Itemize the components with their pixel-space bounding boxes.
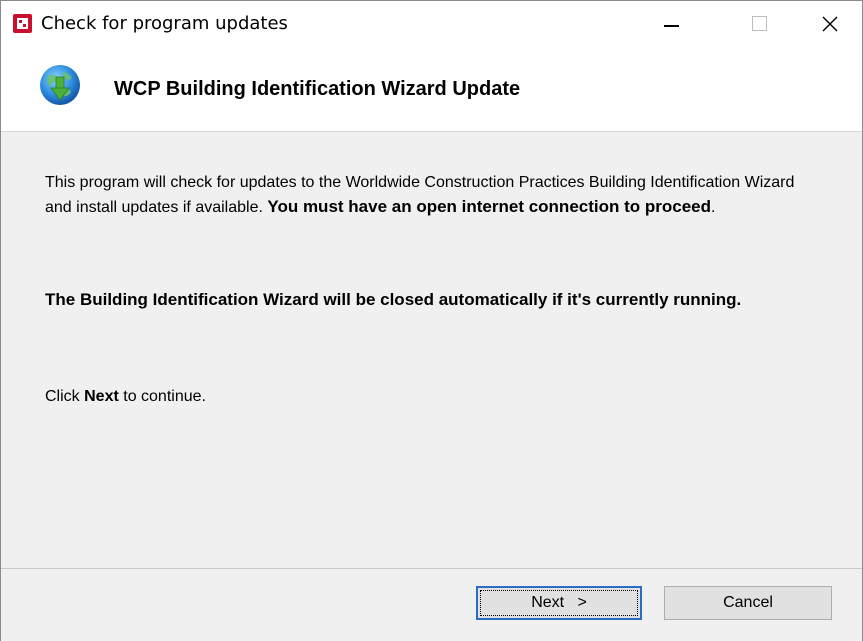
minimize-icon [663, 24, 679, 27]
update-dialog: Check for program updates WCP Building I… [0, 0, 863, 641]
maximize-button [736, 1, 782, 46]
content-area: This program will check for updates to t… [1, 132, 862, 568]
page-title: WCP Building Identification Wizard Updat… [114, 78, 521, 100]
internet-requirement-text: You must have an open internet connectio… [267, 197, 712, 216]
instruction-text: Click [45, 388, 85, 405]
instruction-end-text: to continue. [118, 388, 206, 405]
button-bar: Next > Cancel [1, 568, 862, 641]
instruction-paragraph: Click Next to continue. [45, 385, 805, 409]
close-button[interactable] [807, 1, 853, 46]
cancel-button-label: Cancel [723, 594, 773, 611]
title-bar[interactable]: Check for program updates [1, 1, 862, 46]
intro-paragraph: This program will check for updates to t… [45, 171, 805, 220]
globe-download-icon [40, 65, 80, 105]
next-button[interactable]: Next > [476, 586, 642, 620]
intro-end-text: . [711, 199, 716, 216]
close-warning-text: The Building Identification Wizard will … [45, 290, 742, 309]
minimize-button[interactable] [648, 1, 694, 46]
instruction-next-text: Next [84, 388, 119, 405]
wizard-header: WCP Building Identification Wizard Updat… [1, 46, 862, 132]
close-icon [822, 16, 838, 31]
focus-rect [480, 590, 638, 616]
window-title: Check for program updates [41, 13, 288, 34]
cancel-button[interactable]: Cancel [664, 586, 832, 620]
app-icon [13, 14, 32, 33]
maximize-icon [751, 16, 767, 31]
